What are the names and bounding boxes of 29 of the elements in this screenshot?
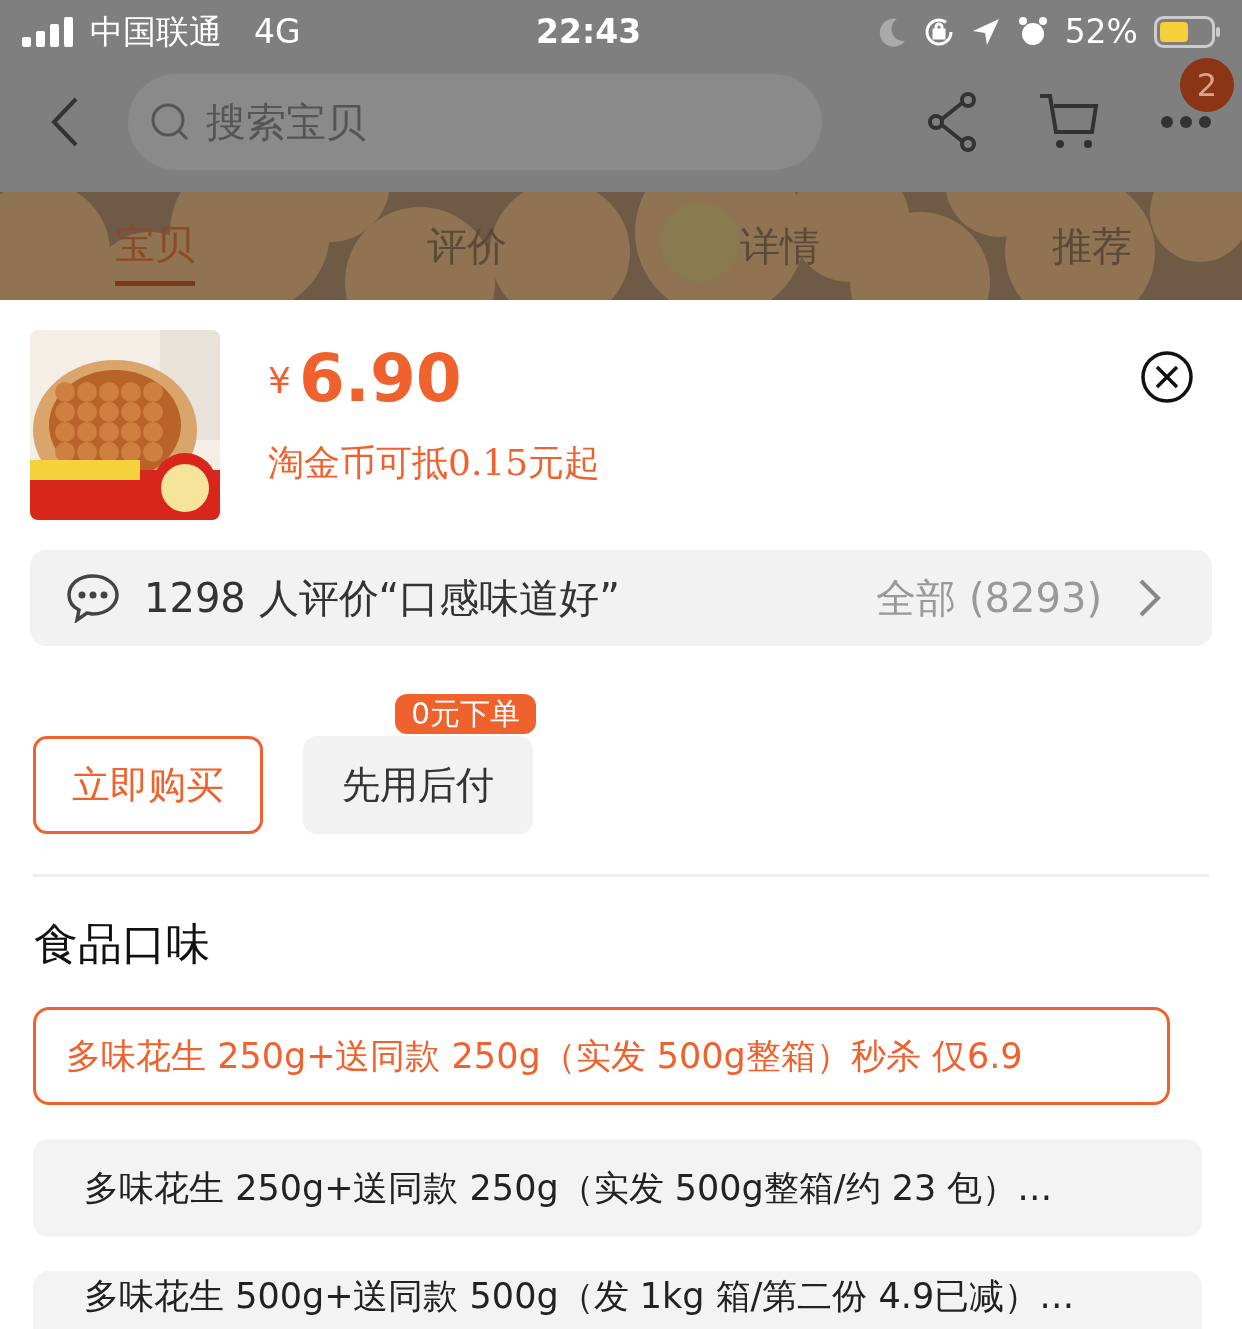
- search-icon: [150, 102, 190, 142]
- flavor-option[interactable]: 多味花生 500g+送同款 500g（发 1kg 箱/第二份 4.9已减）…: [33, 1271, 1202, 1329]
- carrier-name: 中国联通: [90, 11, 222, 54]
- clock-time: 22:43: [536, 11, 642, 54]
- coin-note: 淘金币可抵0.15元起: [268, 441, 601, 485]
- signal-icon: [22, 17, 74, 47]
- chevron-right-icon: [1138, 578, 1162, 618]
- currency-sign: ¥: [268, 359, 291, 403]
- rotation-lock-icon: [922, 16, 955, 48]
- review-count: 全部 (8293): [876, 574, 1102, 623]
- chat-bubble-icon: [66, 573, 120, 623]
- more-icon[interactable]: [1160, 115, 1212, 129]
- purchase-option[interactable]: 先用后付: [303, 736, 533, 834]
- review-summary: 1298 人评价“口感味道好”: [144, 574, 620, 623]
- review-bar[interactable]: 1298 人评价“口感味道好” 全部 (8293): [30, 550, 1212, 646]
- alarm-icon: [1016, 16, 1049, 48]
- section-title: 食品口味: [34, 917, 211, 971]
- purchase-option[interactable]: 立即购买: [33, 736, 263, 834]
- flavor-option[interactable]: 多味花生 250g+送同款 250g（实发 500g整箱）秒杀 仅6.9: [33, 1007, 1170, 1105]
- price: 6.90: [298, 346, 462, 412]
- close-icon[interactable]: [1140, 350, 1194, 404]
- share-icon[interactable]: [926, 92, 978, 152]
- battery-percent: 52%: [1064, 11, 1138, 54]
- back-icon[interactable]: [50, 96, 80, 148]
- promo-badge: 0元下单: [393, 692, 539, 736]
- count-badge: 2: [1180, 58, 1234, 112]
- battery-icon: [1154, 16, 1220, 48]
- flavor-option[interactable]: 多味花生 250g+送同款 250g（实发 500g整箱/约 23 包）…: [33, 1139, 1202, 1237]
- network-type: 4G: [254, 11, 301, 54]
